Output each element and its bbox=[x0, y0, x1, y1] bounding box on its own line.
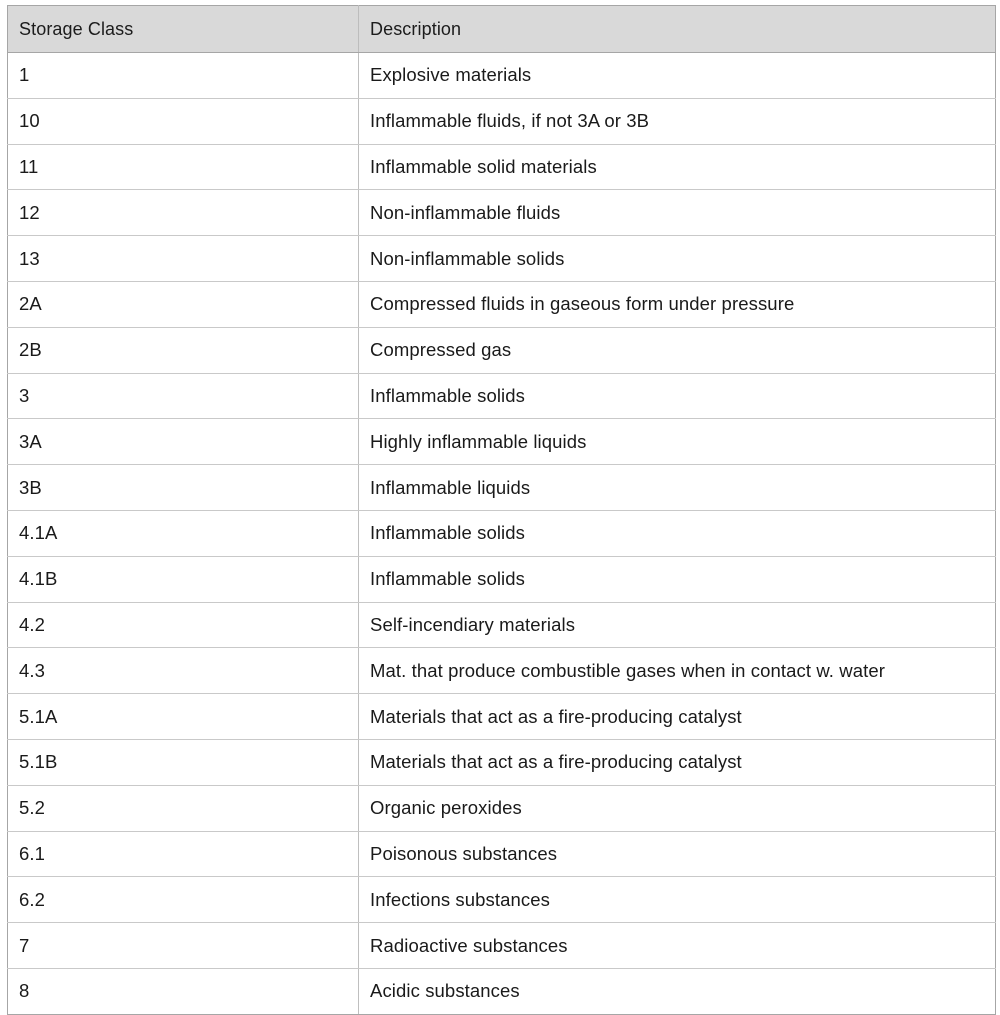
table-row: 1 Explosive materials bbox=[7, 52, 996, 99]
cell-storage-class: 5.2 bbox=[7, 785, 359, 832]
table-row: 4.2 Self-incendiary materials bbox=[7, 602, 996, 649]
table-row: 3 Inflammable solids bbox=[7, 373, 996, 420]
storage-class-table: Storage Class Description 1 Explosive mat… bbox=[7, 5, 996, 1015]
cell-description: Non-inflammable fluids bbox=[358, 189, 996, 237]
cell-description: Inflammable solids bbox=[358, 373, 996, 420]
cell-description: Non-inflammable solids bbox=[358, 235, 996, 282]
cell-description: Materials that act as a fire-producing c… bbox=[358, 693, 996, 740]
table-body: 1 Explosive materials 10 Inflammable fluids… bbox=[7, 52, 996, 1015]
column-header-storage-class: Storage Class bbox=[7, 5, 359, 53]
cell-storage-class: 3A bbox=[7, 418, 359, 466]
cell-storage-class: 6.2 bbox=[7, 876, 359, 924]
cell-description: Acidic substances bbox=[358, 968, 996, 1015]
cell-description: Compressed fluids in gaseous form under … bbox=[358, 281, 996, 328]
cell-storage-class: 4.3 bbox=[7, 647, 359, 695]
cell-storage-class: 10 bbox=[7, 98, 359, 145]
cell-description: Highly inflammable liquids bbox=[358, 418, 996, 466]
cell-storage-class: 5.1B bbox=[7, 739, 359, 786]
cell-description: Self-incendiary materials bbox=[358, 602, 996, 649]
cell-description: Organic peroxides bbox=[358, 785, 996, 832]
table-row: 5.1A Materials that act as a fire-produci… bbox=[7, 693, 996, 740]
cell-description: Inflammable solids bbox=[358, 556, 996, 603]
cell-storage-class: 4.2 bbox=[7, 602, 359, 649]
cell-description: Inflammable liquids bbox=[358, 464, 996, 511]
table-row: 11 Inflammable solid materials bbox=[7, 144, 996, 191]
column-header-description: Description bbox=[358, 5, 996, 53]
cell-storage-class: 1 bbox=[7, 52, 359, 99]
table-row: 8 Acidic substances bbox=[7, 968, 996, 1015]
table-row: 2A Compressed fluids in gaseous form unde… bbox=[7, 281, 996, 328]
table-row: 6.2 Infections substances bbox=[7, 876, 996, 924]
cell-storage-class: 6.1 bbox=[7, 831, 359, 878]
cell-storage-class: 12 bbox=[7, 189, 359, 237]
table-row: 5.2 Organic peroxides bbox=[7, 785, 996, 832]
table-row: 12 Non-inflammable fluids bbox=[7, 189, 996, 237]
cell-storage-class: 2B bbox=[7, 327, 359, 374]
table-row: 6.1 Poisonous substances bbox=[7, 831, 996, 878]
table-row: 3A Highly inflammable liquids bbox=[7, 418, 996, 466]
cell-description: Inflammable solids bbox=[358, 510, 996, 557]
table-row: 13 Non-inflammable solids bbox=[7, 235, 996, 282]
table-row: 2B Compressed gas bbox=[7, 327, 996, 374]
table-row: 4.1A Inflammable solids bbox=[7, 510, 996, 557]
table-row: 4.3 Mat. that produce combustible gases w… bbox=[7, 647, 996, 695]
cell-storage-class: 8 bbox=[7, 968, 359, 1015]
cell-storage-class: 13 bbox=[7, 235, 359, 282]
cell-storage-class: 4.1B bbox=[7, 556, 359, 603]
cell-storage-class: 5.1A bbox=[7, 693, 359, 740]
cell-storage-class: 2A bbox=[7, 281, 359, 328]
cell-storage-class: 11 bbox=[7, 144, 359, 191]
cell-storage-class: 4.1A bbox=[7, 510, 359, 557]
table-header-row: Storage Class Description bbox=[7, 5, 996, 53]
table-row: 10 Inflammable fluids, if not 3A or 3B bbox=[7, 98, 996, 145]
cell-description: Poisonous substances bbox=[358, 831, 996, 878]
cell-description: Inflammable solid materials bbox=[358, 144, 996, 191]
cell-description: Radioactive substances bbox=[358, 922, 996, 969]
cell-storage-class: 3B bbox=[7, 464, 359, 511]
table-header: Storage Class Description bbox=[7, 5, 996, 53]
cell-storage-class: 7 bbox=[7, 922, 359, 969]
cell-storage-class: 3 bbox=[7, 373, 359, 420]
cell-description: Compressed gas bbox=[358, 327, 996, 374]
cell-description: Mat. that produce combustible gases when… bbox=[358, 647, 996, 695]
storage-class-table-container: Storage Class Description 1 Explosive mat… bbox=[7, 5, 996, 1015]
table-row: 5.1B Materials that act as a fire-produci… bbox=[7, 739, 996, 786]
table-row: 3B Inflammable liquids bbox=[7, 464, 996, 511]
cell-description: Inflammable fluids, if not 3A or 3B bbox=[358, 98, 996, 145]
document-page: Storage Class Description 1 Explosive mat… bbox=[0, 0, 1000, 1015]
cell-description: Explosive materials bbox=[358, 52, 996, 99]
table-row: 4.1B Inflammable solids bbox=[7, 556, 996, 603]
cell-description: Infections substances bbox=[358, 876, 996, 924]
table-row: 7 Radioactive substances bbox=[7, 922, 996, 969]
cell-description: Materials that act as a fire-producing c… bbox=[358, 739, 996, 786]
